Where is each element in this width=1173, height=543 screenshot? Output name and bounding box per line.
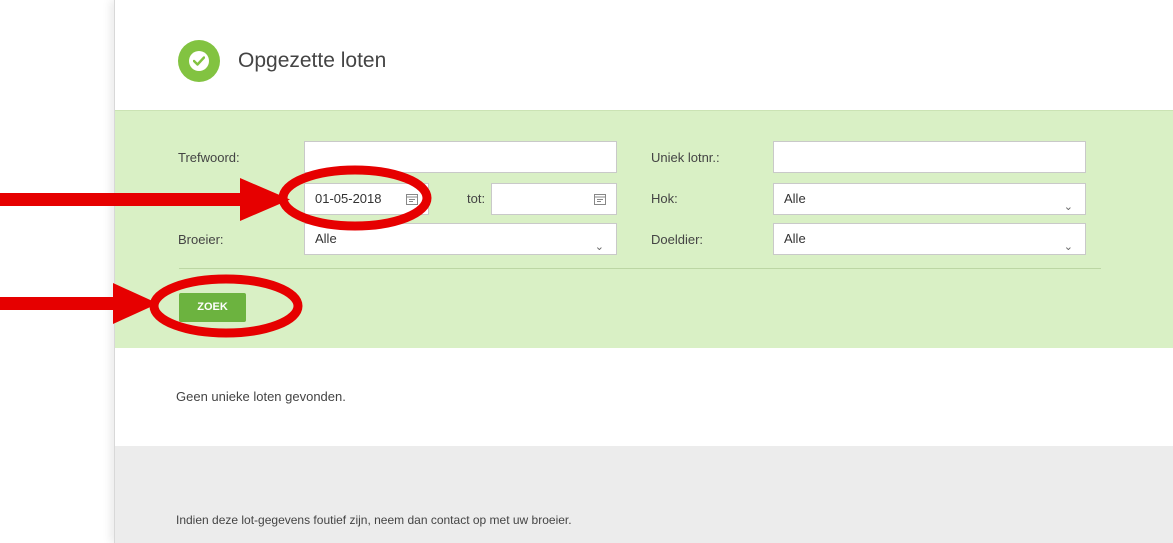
footer-message: Indien deze lot-gegevens foutief zijn, n… xyxy=(176,513,572,527)
hok-select[interactable]: Alle ⌄ xyxy=(773,183,1086,215)
tot-label: tot: xyxy=(467,191,486,206)
results-section: Geen unieke loten gevonden. xyxy=(115,348,1173,446)
doeldier-label: Doeldier: xyxy=(651,232,704,247)
lots-panel: Opgezette loten Trefwoord: Uniek lotnr.:… xyxy=(114,0,1173,543)
panel-header: Opgezette loten xyxy=(115,0,1173,110)
tot-date-input[interactable] xyxy=(491,183,617,215)
uniek-lotnr-label: Uniek lotnr.: xyxy=(651,150,720,165)
zoek-button[interactable]: ZOEK xyxy=(179,293,246,322)
broeier-label: Broeier: xyxy=(178,232,224,247)
chevron-down-icon: ⌄ xyxy=(594,241,604,253)
uniek-lotnr-input[interactable] xyxy=(773,141,1086,173)
chevron-down-icon: ⌄ xyxy=(1063,201,1073,213)
opgezet-van-date-input[interactable]: 01-05-2018 xyxy=(304,183,429,215)
chevron-down-icon: ⌄ xyxy=(1063,241,1073,253)
info-footer: Indien deze lot-gegevens foutief zijn, n… xyxy=(115,446,1173,543)
trefwoord-input[interactable] xyxy=(304,141,617,173)
check-circle-icon xyxy=(178,40,220,82)
broeier-select[interactable]: Alle ⌄ xyxy=(304,223,617,255)
hok-label: Hok: xyxy=(651,191,678,206)
calendar-icon[interactable] xyxy=(594,193,606,205)
trefwoord-label: Trefwoord: xyxy=(178,150,240,165)
filter-form: Trefwoord: Uniek lotnr.: Opgezet van: 01… xyxy=(115,110,1173,349)
no-results-message: Geen unieke loten gevonden. xyxy=(176,389,346,404)
opgezet-van-label: Opgezet van: xyxy=(178,191,256,206)
doeldier-select[interactable]: Alle ⌄ xyxy=(773,223,1086,255)
calendar-icon[interactable] xyxy=(406,193,418,205)
form-divider xyxy=(179,268,1101,269)
page-title: Opgezette loten xyxy=(238,49,387,72)
